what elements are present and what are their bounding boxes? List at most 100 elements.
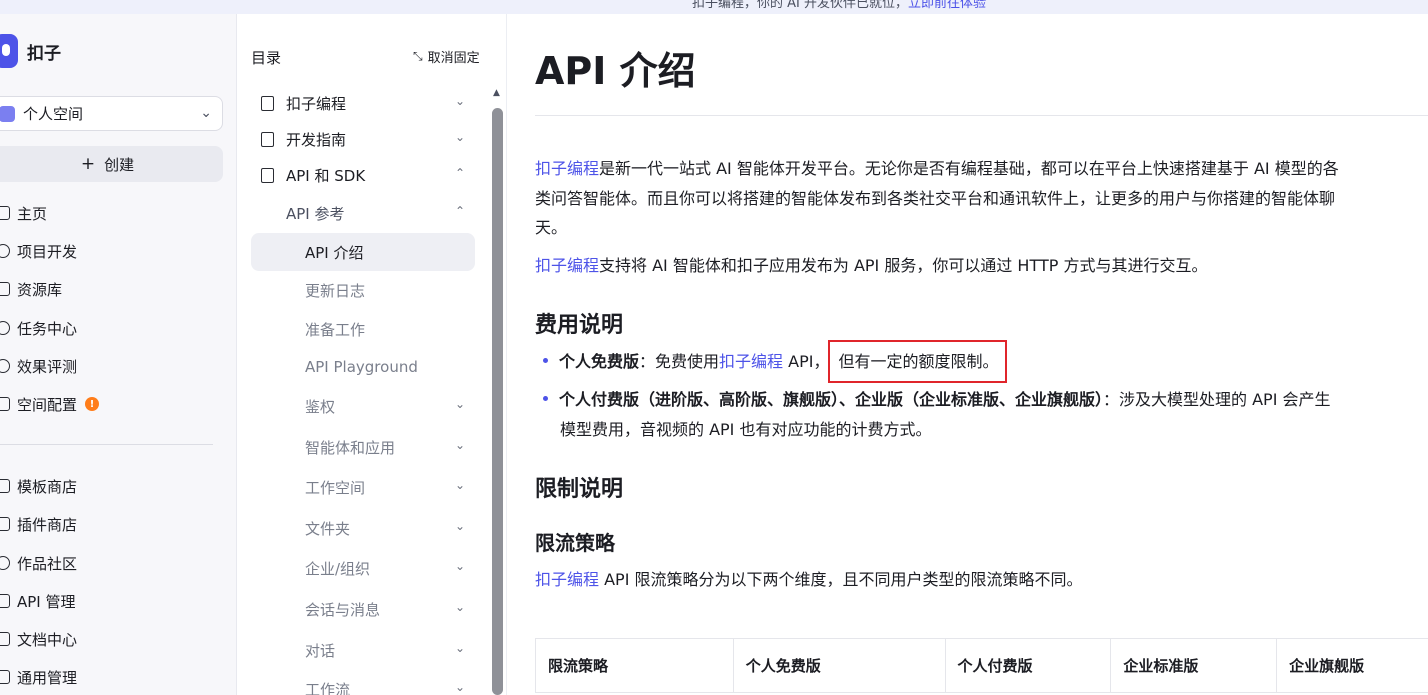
toc-scrollbar[interactable]: ▲ [492, 88, 503, 695]
space-selector[interactable]: 个人空间 ⌄ [0, 96, 223, 131]
banner-message: 扣子编程，你的 AI 开发伙伴已就位， [692, 0, 908, 11]
toc-item-coze-coding[interactable]: 扣子编程 ⌄ [251, 84, 475, 122]
toc-item-playground[interactable]: API Playground [251, 348, 475, 386]
chevron-down-icon: ⌄ [454, 600, 465, 614]
fee-free-label: 个人免费版 [559, 352, 640, 371]
toc-item-label: 会话与消息 [305, 600, 381, 619]
toc-item-conversation[interactable]: 会话与消息 ⌄ [251, 590, 475, 628]
scrollbar-thumb[interactable] [492, 108, 503, 695]
api-icon [0, 594, 10, 608]
toc-item-label: API 和 SDK [286, 166, 366, 185]
sidebar-item-label: 效果评测 [17, 357, 78, 376]
sidebar-item-label: 通用管理 [17, 668, 78, 687]
sidebar-item-api[interactable]: API 管理 [0, 588, 76, 614]
create-button[interactable]: + 创建 [0, 146, 223, 182]
scroll-up-arrow-icon[interactable]: ▲ [493, 88, 500, 98]
chevron-down-icon: ⌄ [454, 680, 465, 694]
banner-link[interactable]: 立即前往体验 [908, 0, 986, 11]
task-icon [0, 321, 10, 335]
bullet-dot [543, 358, 548, 363]
sidebar-item-tasks[interactable]: 任务中心 [0, 315, 77, 341]
heading-rate-limit: 限流策略 [535, 531, 615, 555]
coze-coding-link[interactable]: 扣子编程 [535, 570, 599, 589]
chevron-down-icon: ⌄ [454, 397, 465, 411]
sidebar-item-admin[interactable]: 通用管理 [0, 664, 77, 690]
sidebar-item-label: 空间配置 [17, 395, 78, 414]
toc-item-workflow[interactable]: 工作流 ⌄ [251, 670, 475, 695]
sidebar-item-space-config[interactable]: 空间配置 ! [0, 391, 100, 417]
coze-coding-link[interactable]: 扣子编程 [535, 256, 599, 275]
sidebar-item-project[interactable]: 项目开发 [0, 238, 77, 264]
document-search-icon [261, 167, 274, 183]
top-banner: 扣子编程，你的 AI 开发伙伴已就位，立即前往体验 [0, 0, 1428, 14]
brand[interactable]: 扣子 [0, 34, 61, 68]
toc-item-api-intro[interactable]: API 介绍 [251, 233, 475, 271]
toc-item-label: 准备工作 [305, 320, 366, 339]
toc-item-enterprise[interactable]: 企业/组织 ⌄ [251, 549, 475, 587]
sidebar-item-home[interactable]: 主页 [0, 200, 47, 226]
evaluation-icon [0, 359, 10, 373]
toc-item-label: API 参考 [286, 204, 345, 223]
toc-item-auth[interactable]: 鉴权 ⌄ [251, 387, 475, 425]
table-header-cell: 个人免费版 [732, 638, 946, 693]
sidebar-item-label: 项目开发 [17, 242, 78, 261]
toc-item-label: 更新日志 [305, 281, 366, 300]
brand-name: 扣子 [27, 43, 61, 64]
sidebar-item-templates[interactable]: 模板商店 [0, 473, 77, 499]
page-title: API 介绍 [535, 49, 696, 93]
coze-coding-link[interactable]: 扣子编程 [535, 159, 599, 178]
chevron-down-icon: ⌄ [454, 519, 465, 533]
table-header-cell: 个人付费版 [944, 638, 1112, 693]
plugin-icon [0, 517, 10, 531]
intro-paragraph-line2: 类问答智能体。而且你可以将搭建的智能体发布到各类社交平台和通讯软件上，让更多的用… [535, 189, 1336, 208]
toc-item-dev-guide[interactable]: 开发指南 ⌄ [251, 120, 475, 158]
toc-item-label: 企业/组织 [305, 559, 371, 578]
toc-item-label: API 介绍 [305, 243, 364, 262]
plus-icon: + [80, 154, 96, 174]
unpin-label: 取消固定 [427, 51, 480, 66]
table-header-row: 限流策略 个人免费版 个人付费版 企业标准版 企业旗舰版 [535, 638, 1428, 693]
sidebar-item-docs[interactable]: 文档中心 [0, 626, 77, 652]
table-header-cell: 企业标准版 [1110, 638, 1278, 693]
chevron-down-icon: ⌄ [454, 559, 465, 573]
toc-panel: 目录 ⤡ 取消固定 扣子编程 ⌄ 开发指南 ⌄ API 和 SDK ⌃ API … [238, 14, 507, 695]
rate-limit-paragraph: 扣子编程 API 限流策略分为以下两个维度，且不同用户类型的限流策略不同。 [535, 564, 1083, 595]
admin-icon [0, 670, 10, 684]
sidebar-item-community[interactable]: 作品社区 [0, 550, 77, 576]
toc-item-label: 文件夹 [305, 519, 351, 538]
unpin-button[interactable]: ⤡ 取消固定 [413, 47, 480, 66]
fee-paid-label: 个人付费版（进阶版、高阶版、旗舰版）、企业版（企业标准版、企业旗舰版） [559, 390, 1104, 409]
highlighted-quota-text: 但有一定的额度限制。 [828, 340, 1008, 383]
sidebar-item-evaluation[interactable]: 效果评测 [0, 353, 77, 379]
fee-paid-text: ：涉及大模型处理的 API 会产生 [1103, 390, 1331, 409]
toc-item-workspace[interactable]: 工作空间 ⌄ [251, 468, 475, 506]
toc-item-changelog[interactable]: 更新日志 [251, 271, 475, 309]
sidebar-item-label: 任务中心 [17, 319, 78, 338]
heading-fees: 费用说明 [535, 313, 624, 338]
document-icon [261, 131, 274, 147]
toc-item-api-reference[interactable]: API 参考 ⌃ [251, 194, 475, 232]
title-divider [535, 115, 1428, 116]
sidebar-item-library[interactable]: 资源库 [0, 276, 62, 302]
toc-item-folder[interactable]: 文件夹 ⌄ [251, 509, 475, 547]
fee-paid-item: 个人付费版（进阶版、高阶版、旗舰版）、企业版（企业标准版、企业旗舰版）：涉及大模… [543, 385, 1331, 415]
toc-item-label: 工作空间 [305, 478, 366, 497]
toc-item-preparation[interactable]: 准备工作 [251, 310, 475, 348]
sidebar-item-label: 模板商店 [17, 477, 78, 496]
app-sidebar: 扣子 个人空间 ⌄ + 创建 主页 项目开发 资源库 任务中心 效果评测 空间配… [0, 14, 237, 695]
table-header-cell: 企业旗舰版 [1276, 638, 1428, 693]
intro-paragraph-line3: 天。 [535, 218, 568, 237]
toc-item-label: 对话 [305, 641, 336, 660]
chevron-down-icon: ⌄ [454, 130, 465, 144]
space-label: 个人空间 [23, 105, 84, 123]
toc-item-api-sdk[interactable]: API 和 SDK ⌃ [251, 156, 475, 194]
toc-item-bots-apps[interactable]: 智能体和应用 ⌄ [251, 428, 475, 466]
sidebar-item-plugins[interactable]: 插件商店 [0, 511, 77, 537]
intro-text: 支持将 AI 智能体和扣子应用发布为 API 服务，你可以通过 HTTP 方式与… [599, 256, 1208, 275]
settings-icon [0, 397, 10, 411]
library-icon [0, 282, 10, 296]
toc-item-chat[interactable]: 对话 ⌄ [251, 631, 475, 669]
coze-coding-link[interactable]: 扣子编程 [719, 352, 783, 371]
chevron-up-icon: ⌃ [454, 166, 465, 180]
heading-limits: 限制说明 [535, 477, 624, 502]
